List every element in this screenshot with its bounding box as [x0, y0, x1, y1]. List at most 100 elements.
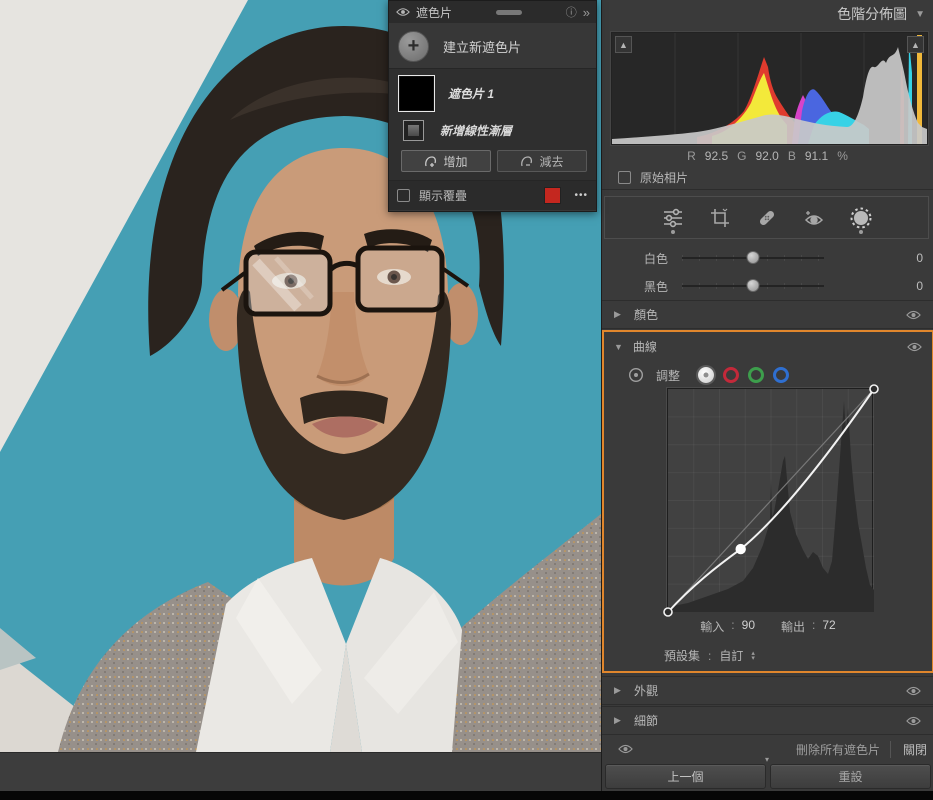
tone-curve-graph[interactable]: [663, 384, 879, 617]
info-icon[interactable]: ⓘ: [566, 4, 577, 20]
blacks-slider-thumb[interactable]: [746, 279, 760, 292]
plus-icon[interactable]: +: [398, 31, 429, 62]
effects-section-label: 外觀: [634, 684, 659, 698]
b-label: B: [787, 149, 796, 163]
channel-white-button[interactable]: [698, 367, 715, 383]
output-value: 72: [822, 618, 836, 632]
whites-label: 白色: [643, 251, 668, 266]
mask-list-item[interactable]: 遮色片 1: [389, 68, 596, 118]
show-overlay-checkbox[interactable]: [397, 189, 410, 202]
curve-section-label: 曲線: [632, 340, 657, 354]
rgb-readout: R 92.5 G 92.0 B 91.1 %: [602, 147, 933, 165]
whites-slider[interactable]: [682, 251, 824, 265]
chevron-down-icon[interactable]: ▼: [915, 9, 925, 20]
curve-preset-row: 預設集 : 自訂 ▴ ▾: [664, 647, 755, 664]
effects-visibility-eye-icon[interactable]: [906, 686, 921, 696]
output-label: 輸出: [781, 620, 806, 634]
histogram-panel-header[interactable]: 色階分佈圖 ▼: [602, 0, 933, 28]
close-link[interactable]: 關閉: [889, 740, 927, 758]
show-overlay-row: 顯示覆疊 •••: [389, 181, 596, 210]
tone-curve-plot: [663, 384, 879, 617]
mask-tool-row[interactable]: 新增線性漸層: [389, 118, 596, 147]
curve-visibility-eye-icon[interactable]: [907, 342, 922, 352]
window-bottom-bar: [0, 791, 933, 800]
channel-green-button[interactable]: [748, 367, 765, 383]
masking-icon[interactable]: [849, 203, 873, 233]
preset-stepper[interactable]: ▴ ▾: [751, 650, 755, 662]
mask-tool-name[interactable]: 新增線性漸層: [440, 122, 512, 139]
create-mask-row[interactable]: + 建立新遮色片: [389, 23, 596, 68]
whites-slider-thumb[interactable]: [746, 251, 760, 264]
collapse-handle-icon[interactable]: ▾: [765, 755, 769, 764]
more-options-icon[interactable]: •••: [574, 190, 588, 201]
blacks-slider[interactable]: [682, 279, 824, 293]
masks-visibility-eye-icon[interactable]: [396, 7, 410, 17]
r-value: 92.5: [704, 149, 729, 163]
whites-slider-row: 白色 0: [602, 244, 933, 272]
preset-label: 預設集: [664, 649, 701, 663]
add-subtract-row: 增加 減去: [389, 147, 596, 181]
subtract-button[interactable]: 減去: [497, 150, 587, 172]
mask-name[interactable]: 遮色片 1: [448, 85, 494, 102]
drag-handle[interactable]: [495, 9, 522, 15]
bottom-buttons: ▾ 上一個 重設: [602, 755, 933, 790]
create-new-mask-label[interactable]: 建立新遮色片: [443, 37, 521, 56]
detail-visibility-eye-icon[interactable]: [906, 716, 921, 726]
overlay-color-swatch[interactable]: [544, 187, 562, 204]
edit-sliders-icon[interactable]: [661, 203, 685, 233]
collapse-chevrons-icon[interactable]: »: [583, 5, 590, 20]
histogram-plot: [612, 33, 927, 144]
curve-point-white[interactable]: [869, 384, 879, 394]
curve-section-header[interactable]: ▼ 曲線: [604, 332, 932, 357]
target-adjustment-icon[interactable]: [628, 367, 644, 383]
b-value: 91.1: [804, 149, 829, 163]
panel-visibility-eye-icon[interactable]: [618, 744, 633, 754]
healing-brush-icon[interactable]: [755, 203, 779, 233]
input-value: 90: [741, 618, 755, 632]
tool-strip: [604, 196, 929, 239]
crop-rotate-icon[interactable]: [708, 203, 732, 233]
channel-blue-button[interactable]: [773, 367, 790, 383]
blacks-label: 黑色: [643, 279, 668, 294]
curve-channels: [698, 367, 790, 383]
original-photo-label: 原始相片: [640, 171, 689, 185]
adjust-label: 調整: [656, 368, 681, 383]
g-label: G: [737, 149, 747, 163]
preset-value[interactable]: 自訂: [719, 647, 743, 664]
section-detail[interactable]: ▶ 細節: [602, 706, 933, 735]
whites-value[interactable]: 0: [916, 251, 923, 265]
show-overlay-label: 顯示覆疊: [419, 189, 468, 203]
curve-io-readout: 輸入 : 90 輸出 : 72: [700, 618, 836, 634]
section-effects[interactable]: ▶ 外觀: [602, 676, 933, 705]
shadow-clipping-icon[interactable]: ▲: [615, 36, 632, 53]
color-visibility-eye-icon[interactable]: [906, 310, 921, 320]
g-value: 92.0: [755, 149, 779, 163]
masks-panel-header[interactable]: 遮色片 ⓘ »: [389, 1, 596, 23]
mask-thumbnail[interactable]: [398, 75, 435, 112]
add-button[interactable]: 增加: [401, 150, 491, 172]
curve-adjust-row: 調整: [604, 357, 932, 389]
lightroom-window: 色階分佈圖 ▼ ▲ ▲ R 92.5 G 92.0 B 91.1 % 原始相片 …: [0, 0, 933, 800]
previous-button[interactable]: 上一個: [605, 764, 766, 789]
highlight-clipping-icon[interactable]: ▲: [907, 36, 924, 53]
chevron-down-icon: ▼: [614, 341, 623, 352]
color-section-label: 顏色: [634, 308, 659, 322]
histogram[interactable]: ▲ ▲: [611, 32, 928, 145]
red-eye-icon[interactable]: [802, 203, 826, 233]
edit-panel: 色階分佈圖 ▼ ▲ ▲ R 92.5 G 92.0 B 91.1 % 原始相片 …: [601, 0, 933, 791]
blacks-value[interactable]: 0: [916, 279, 923, 293]
tone-sliders: 白色 0 黑色 0: [602, 244, 933, 300]
filmstrip-area: [0, 752, 601, 791]
chevron-right-icon: ▶: [614, 309, 621, 319]
original-photo-checkbox[interactable]: [618, 171, 631, 184]
reset-button[interactable]: 重設: [770, 764, 931, 789]
section-color[interactable]: ▶ 顏色: [602, 300, 933, 329]
delete-all-masks-link[interactable]: 刪除所有遮色片: [796, 741, 880, 758]
curve-point-black[interactable]: [663, 607, 673, 617]
channel-red-button[interactable]: [723, 367, 740, 383]
curve-point-selected[interactable]: [735, 543, 746, 555]
masks-panel-title: 遮色片: [416, 5, 453, 20]
blacks-slider-row: 黑色 0: [602, 272, 933, 300]
percent-unit: %: [837, 149, 848, 163]
linear-gradient-thumbnail[interactable]: [403, 120, 424, 141]
